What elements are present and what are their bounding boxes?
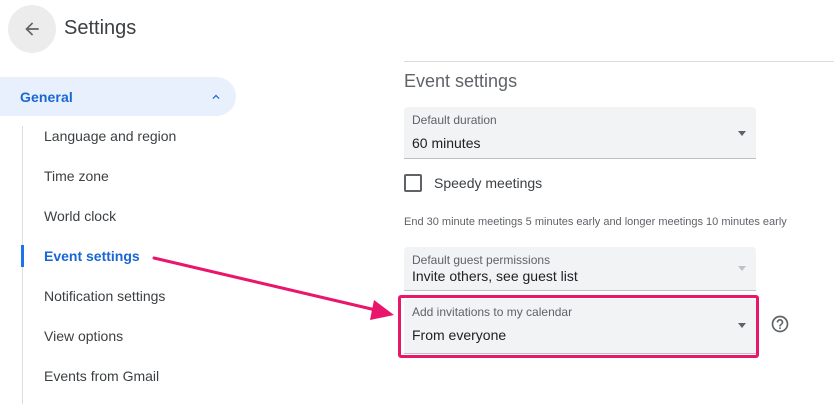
sidebar-item-time-zone[interactable]: Time zone [44,166,109,186]
sidebar-item-events-from-gmail[interactable]: Events from Gmail [44,366,159,386]
page-title: Settings [64,17,137,39]
sidebar-item-view-options[interactable]: View options [44,326,123,346]
chevron-up-icon [212,94,220,99]
default-duration-select[interactable]: Default duration 60 minutes [404,107,756,159]
guest-permissions-select[interactable]: Default guest permissions Invite others,… [404,247,756,291]
dropdown-caret-icon [738,266,746,271]
header-divider [404,61,834,62]
speedy-meetings-checkbox[interactable] [404,174,422,192]
sidebar-item-world-clock[interactable]: World clock [44,206,116,226]
sidebar-section-general[interactable]: General [0,77,236,116]
speedy-meetings-label: Speedy meetings [434,175,543,191]
default-duration-value: 60 minutes [412,135,481,151]
sidebar-item-language-and-region[interactable]: Language and region [44,126,176,146]
sidebar-item-notification-settings[interactable]: Notification settings [44,286,165,306]
speedy-meetings-helper: End 30 minute meetings 5 minutes early a… [404,216,787,228]
default-duration-label: Default duration [412,113,497,127]
section-title: Event settings [404,71,518,91]
sidebar-section-label: General [20,88,73,105]
dropdown-caret-icon [738,131,746,136]
guest-permissions-label: Default guest permissions [412,253,551,267]
help-icon[interactable] [770,314,790,334]
sidebar-item-event-settings[interactable]: Event settings [44,246,140,266]
annotation-highlight-box [398,295,759,358]
sidebar-active-indicator [21,245,24,267]
back-button[interactable] [8,5,56,53]
guest-permissions-value: Invite others, see guest list [412,268,578,284]
arrow-back-icon [25,22,39,36]
